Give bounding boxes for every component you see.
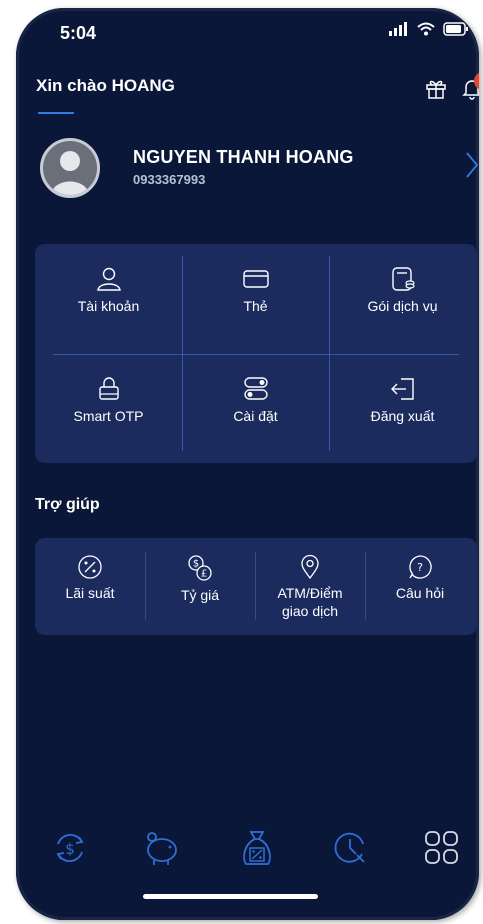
percent-icon [78,555,102,579]
menu-item-account[interactable]: Tài khoản [35,244,182,352]
menu-item-label: Gói dịch vụ [367,298,438,314]
phone-screen: 5:04 Xin chào HOANG NGUYEN THANH HOANG 0… [16,8,479,920]
menu-item-card[interactable]: Thẻ [182,244,329,352]
avatar [40,138,100,198]
greeting-text: Xin chào HOANG [36,76,175,95]
notification-bell[interactable]: 1 [460,72,479,105]
signal-icon [389,22,407,36]
menu-item-smart-otp[interactable]: Smart OTP [35,354,182,462]
help-item-label: ATM/Điểm giao dịch [277,585,343,619]
home-indicator[interactable] [143,894,318,899]
profile-row[interactable]: NGUYEN THANH HOANG 0933367993 [40,138,479,208]
battery-icon [443,22,468,36]
question-icon: ? [409,555,432,579]
status-bar: 5:04 [16,8,479,52]
svg-text:$: $ [65,840,75,858]
transfer-money-icon[interactable]: $ [50,828,90,868]
gift-icon[interactable] [424,76,448,100]
money-bag-percent-icon[interactable] [238,828,276,868]
status-icons [389,22,469,36]
service-package-icon [391,267,415,291]
menu-item-label: Tài khoản [77,298,140,314]
menu-item-service-package[interactable]: Gói dịch vụ [329,244,476,352]
greeting-underline [38,112,74,114]
account-menu-card: Tài khoản Thẻ Gói dịch vụ Smart OTP Cài … [35,244,477,463]
piggy-bank-icon[interactable] [140,828,182,868]
card-icon [242,270,269,288]
location-pin-icon [301,554,319,580]
bottom-nav: $ [16,828,479,878]
settings-toggle-icon [243,377,268,400]
svg-text:£: £ [201,569,207,580]
menu-item-logout[interactable]: Đăng xuất [329,354,476,462]
profile-name: NGUYEN THANH HOANG [133,147,354,167]
history-clock-icon[interactable] [330,828,370,868]
menu-item-settings[interactable]: Cài đặt [182,354,329,462]
help-item-label: Câu hỏi [395,585,445,601]
profile-phone: 0933367993 [133,172,206,187]
wifi-icon [417,22,435,36]
help-section-title: Trợ giúp [35,496,100,513]
svg-text:?: ? [417,561,423,574]
status-time: 5:04 [60,23,97,43]
exchange-rate-icon: $ £ [188,555,212,581]
help-card: Lãi suất $ £ Tỷ giá ATM/Điểm giao dịch ?… [35,538,477,635]
chevron-right-icon[interactable] [464,150,479,180]
help-item-atm-locations[interactable]: ATM/Điểm giao dịch [255,538,365,635]
menu-item-label: Smart OTP [73,408,144,424]
help-item-label: Tỷ giá [180,587,220,603]
user-icon [96,267,121,291]
lock-icon [98,377,119,400]
menu-item-label: Đăng xuất [370,408,435,424]
help-item-label: Lãi suất [65,585,115,601]
svg-text:$: $ [193,559,199,570]
header: Xin chào HOANG 1 [36,72,479,116]
menu-item-label: Cài đặt [233,408,278,424]
help-item-exchange-rate[interactable]: $ £ Tỷ giá [145,538,255,635]
menu-grid-icon[interactable] [422,828,462,868]
menu-item-label: Thẻ [243,298,268,314]
help-item-interest-rate[interactable]: Lãi suất [35,538,145,635]
avatar-person-icon [51,151,89,195]
logout-icon [390,378,414,400]
help-item-faq[interactable]: ? Câu hỏi [365,538,475,635]
